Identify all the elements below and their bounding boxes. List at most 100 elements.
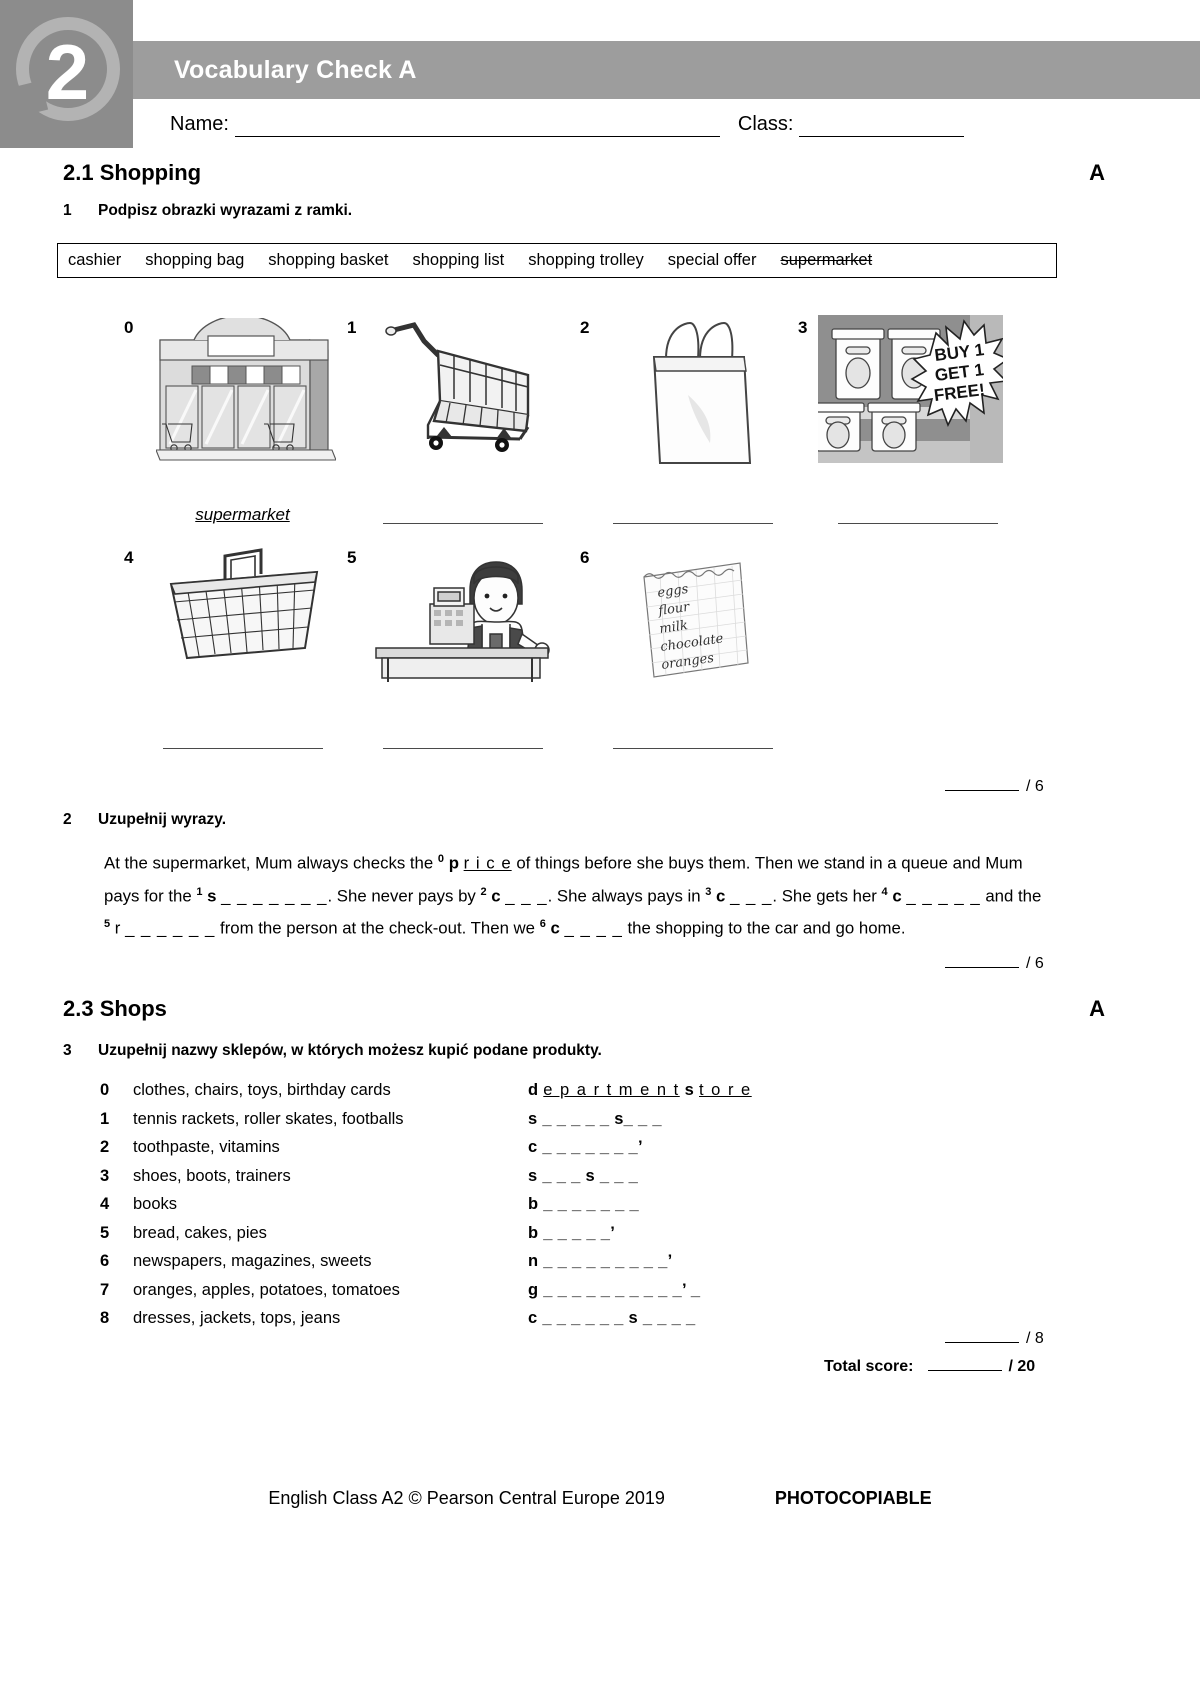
para-a2-gap[interactable]: _ _ _	[505, 886, 547, 905]
picture-index-5: 5	[347, 548, 357, 567]
para-n1: 1	[196, 885, 203, 898]
picture-answer-line-1[interactable]	[383, 523, 543, 524]
para-a4-gap[interactable]: _ _ _ _ _	[906, 886, 980, 905]
row-number: 2	[100, 1138, 110, 1156]
row-answer[interactable]: s _ _ _ s _ _ _	[528, 1167, 638, 1186]
answer-gap-2[interactable]: _ _ _	[600, 1167, 638, 1185]
page-title: Vocabulary Check A	[174, 55, 417, 84]
table-row: 1 tennis rackets, roller skates, footbal…	[100, 1110, 1050, 1139]
exercise-3-instruction: Uzupełnij nazwy sklepów, w których możes…	[98, 1042, 602, 1059]
class-label: Class:	[737, 113, 794, 135]
section-letter-2-1: A	[1089, 160, 1105, 185]
exercise-2-number: 2	[63, 811, 72, 828]
answer-first-letter: n	[528, 1252, 539, 1270]
total-score-blank[interactable]	[927, 1370, 1002, 1371]
row-items: shoes, boots, trainers	[133, 1166, 291, 1185]
para-a0-letters[interactable]: r i c e	[464, 854, 512, 873]
word-bank-item-supermarket[interactable]: supermarket	[780, 251, 872, 270]
row-answer[interactable]: n _ _ _ _ _ _ _ _ _’	[528, 1252, 673, 1271]
para-t4: . She gets her	[772, 886, 882, 906]
picture-answer-line-2[interactable]	[613, 523, 773, 524]
answer-first-letter: c	[528, 1138, 538, 1156]
answer-apostrophe: ’	[610, 1223, 616, 1242]
row-answer[interactable]: d e p a r t m e n t s t o r e	[528, 1081, 752, 1100]
exercise-3-score-blank[interactable]	[945, 1342, 1019, 1343]
picture-index-2: 2	[580, 318, 590, 337]
answer-second-letter: s	[628, 1309, 639, 1327]
answer-gap-tail[interactable]: _	[691, 1281, 700, 1299]
unit-number: 2	[45, 28, 90, 116]
table-row: 3 shoes, boots, trainers s _ _ _ s _ _ _	[100, 1167, 1050, 1196]
row-answer[interactable]: b _ _ _ _ _’	[528, 1224, 615, 1243]
picture-answer-line-3[interactable]	[838, 523, 998, 524]
table-row: 5 bread, cakes, pies b _ _ _ _ _’	[100, 1224, 1050, 1253]
title-bar: Vocabulary Check A	[133, 41, 1200, 99]
row-answer[interactable]: s _ _ _ _ _ s_ _ _	[528, 1110, 662, 1129]
exercise-1-number: 1	[63, 202, 72, 219]
row-answer[interactable]: b _ _ _ _ _ _ _	[528, 1195, 639, 1214]
picture-answer-line-6[interactable]	[613, 748, 773, 749]
section-letter-2-3: A	[1089, 996, 1105, 1021]
para-t7: the shopping to the car and go home.	[627, 918, 906, 938]
exercise-2-score-blank[interactable]	[945, 967, 1019, 968]
answer-apostrophe: ’	[667, 1252, 673, 1270]
answer-gap[interactable]: _ _ _ _ _ _ _ _ _	[543, 1252, 667, 1270]
name-label: Name:	[170, 113, 229, 135]
row-answer[interactable]: c _ _ _ _ _ _ s _ _ _ _	[528, 1309, 695, 1328]
word-bank-item-shopping-bag[interactable]: shopping bag	[145, 251, 244, 270]
answer-gap[interactable]: _ _ _ _ _ _ _ _ _ _	[543, 1281, 682, 1299]
name-input-line[interactable]	[234, 113, 720, 137]
total-score[interactable]: Total score: / 20	[824, 1358, 1035, 1376]
para-a1-bold: s	[207, 886, 217, 906]
word-bank-item-shopping-trolley[interactable]: shopping trolley	[528, 251, 644, 270]
para-n0: 0	[437, 853, 445, 865]
shopping-bag-icon	[640, 315, 760, 470]
table-row: 0 clothes, chairs, toys, birthday cards …	[100, 1081, 1050, 1110]
footer-credit: English Class A2 © Pearson Central Europ…	[268, 1488, 665, 1508]
answer-gap[interactable]: _ _ _ _ _ _ _	[542, 1138, 638, 1156]
answer-gap-2[interactable]: _ _ _	[624, 1110, 662, 1128]
picture-answer-0[interactable]: supermarket	[160, 505, 325, 525]
answer-gap[interactable]: _ _ _ _ _	[542, 1110, 609, 1128]
answer-gap-2[interactable]: _ _ _ _	[643, 1309, 696, 1327]
answer-gap[interactable]: _ _ _ _ _ _	[542, 1309, 623, 1327]
answer-gap[interactable]: _ _ _ _ _ _ _	[543, 1195, 639, 1213]
para-a5-gap[interactable]: _ _ _ _ _ _	[125, 919, 215, 938]
para-a3-gap[interactable]: _ _ _	[730, 886, 772, 905]
para-n5: 5	[104, 918, 111, 931]
exercise-3-score[interactable]: / 8	[945, 1330, 1044, 1348]
row-items: books	[133, 1195, 178, 1213]
para-n3: 3	[705, 885, 712, 898]
table-row: 6 newspapers, magazines, sweets n _ _ _ …	[100, 1252, 1050, 1281]
para-n4: 4	[881, 885, 888, 898]
picture-answer-line-5[interactable]	[383, 748, 543, 749]
para-a1-gap[interactable]: _ _ _ _ _ _ _	[221, 886, 327, 905]
answer-gap[interactable]: _ _ _	[542, 1167, 580, 1185]
answer-gap[interactable]: _ _ _ _ _	[543, 1224, 610, 1242]
para-t6: from the person at the check-out. Then w…	[215, 918, 540, 938]
picture-index-0: 0	[124, 318, 134, 337]
para-a3-bold: c	[716, 886, 726, 906]
footer-photocopiable: PHOTOCOPIABLE	[774, 1488, 932, 1508]
table-row: 7 oranges, apples, potatoes, tomatoes g …	[100, 1281, 1050, 1310]
para-t2: . She never pays by	[327, 886, 481, 906]
row-answer[interactable]: c _ _ _ _ _ _ _’	[528, 1138, 643, 1157]
picture-answer-line-4[interactable]	[163, 748, 323, 749]
para-a6-bold: c	[550, 918, 560, 938]
exercise-2-score[interactable]: / 6	[945, 955, 1044, 973]
para-a6-gap[interactable]: _ _ _ _	[565, 919, 623, 938]
answer-second-letter: s	[614, 1109, 624, 1128]
word-bank-item-special-offer[interactable]: special offer	[668, 251, 757, 270]
exercise-1-score-blank[interactable]	[945, 790, 1019, 791]
answer-second-letter: s	[585, 1166, 595, 1185]
para-a4-bold: c	[892, 886, 902, 906]
exercise-1-score[interactable]: / 6	[945, 778, 1044, 796]
class-input-line[interactable]	[799, 113, 965, 137]
row-answer[interactable]: g _ _ _ _ _ _ _ _ _ _’ _	[528, 1281, 700, 1300]
word-bank-item-shopping-list[interactable]: shopping list	[412, 251, 504, 270]
picture-index-6: 6	[580, 548, 590, 567]
picture-index-4: 4	[124, 548, 134, 567]
word-bank-item-shopping-basket[interactable]: shopping basket	[268, 251, 388, 270]
word-bank-item-cashier[interactable]: cashier	[68, 251, 121, 270]
row-number: 6	[100, 1252, 110, 1270]
